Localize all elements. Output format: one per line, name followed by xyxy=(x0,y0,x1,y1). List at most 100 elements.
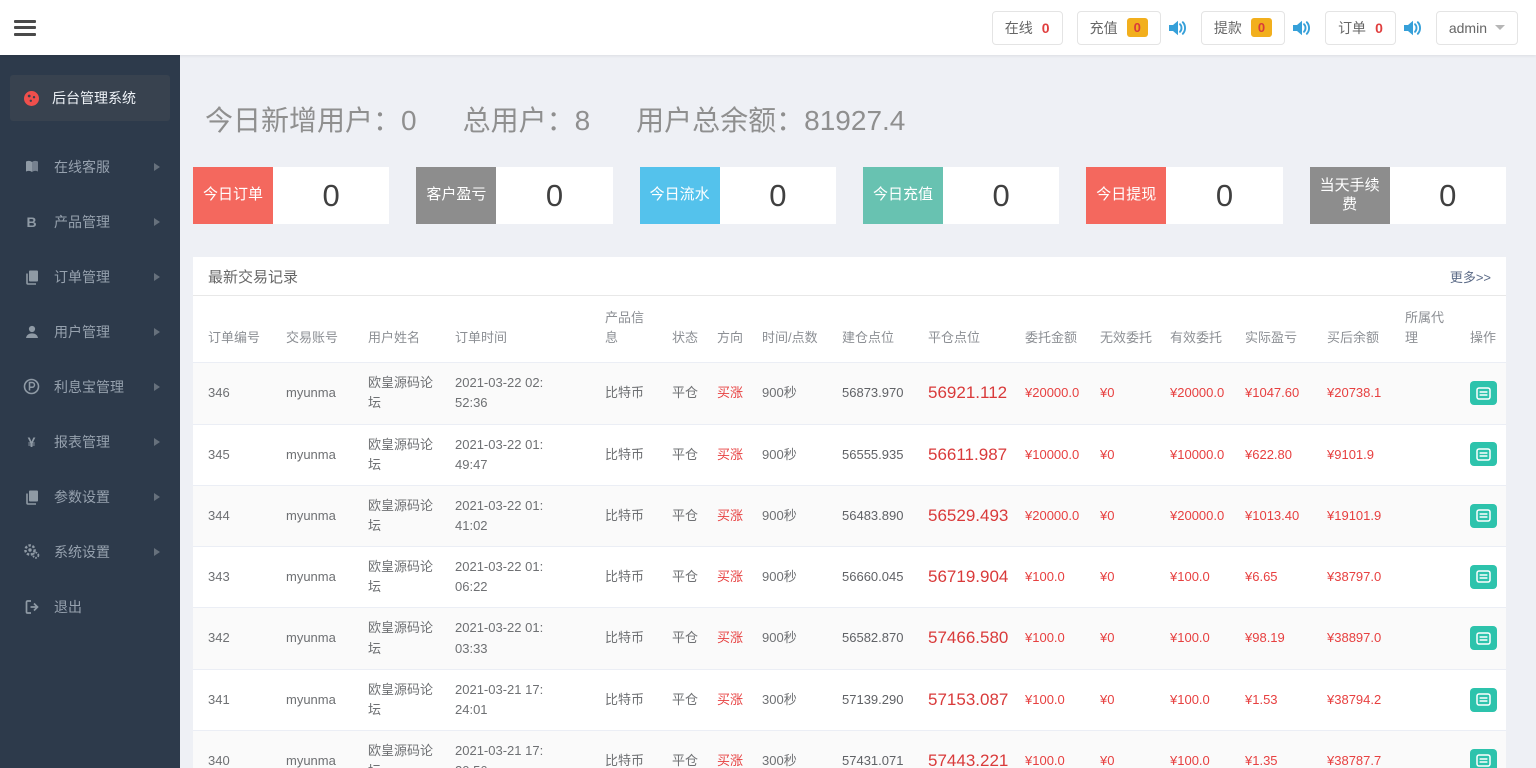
column-header: 订单编号 xyxy=(208,330,261,346)
cell-amount: ¥20000.0 xyxy=(1025,507,1080,523)
admin-name: admin xyxy=(1448,19,1487,36)
column-header: 产品信息 xyxy=(605,310,645,346)
cell-invalid: ¥0 xyxy=(1100,385,1115,401)
sidebar-item-8[interactable]: 系统设置 xyxy=(0,524,180,579)
cell-username: 欧皇源码论坛 xyxy=(368,436,434,472)
bitcoin-icon: B xyxy=(26,213,37,230)
cell-action xyxy=(1462,730,1506,768)
order-time-text: 2021-03-22 01:03:33 xyxy=(455,620,544,656)
stat-card-label: 今日订单 xyxy=(193,167,273,224)
sidebar-item-label: 系统设置 xyxy=(54,543,110,560)
cell-action xyxy=(1462,608,1506,669)
cell-order-id: 344 xyxy=(208,507,230,523)
sidebar-item-7[interactable]: 参数设置 xyxy=(0,469,180,524)
topbar-stats: 在线 0 充值 0 提款 0 订单 0 admin xyxy=(991,10,1518,45)
sidebar-item-4[interactable]: 用户管理 xyxy=(0,304,180,359)
sidebar-item-5[interactable]: 利息宝管理 xyxy=(0,359,180,414)
cell-agent xyxy=(1397,730,1462,768)
cell-status: 平仓 xyxy=(672,446,699,462)
summary-item: 今日新增用户：0 xyxy=(205,105,417,136)
cell-close: 56611.987 xyxy=(928,444,1008,464)
topbar-stat-box[interactable]: 订单 0 xyxy=(1325,10,1396,45)
row-detail-button[interactable] xyxy=(1470,442,1497,467)
orders-icon xyxy=(23,268,40,285)
chevron-right-icon xyxy=(154,437,160,446)
cell-status: 平仓 xyxy=(672,507,699,523)
sidebar-item-2[interactable]: B 产品管理 xyxy=(0,194,180,249)
cell-duration: 900秒 xyxy=(762,630,797,646)
cell-username: 欧皇源码论坛 xyxy=(368,620,434,656)
row-detail-button[interactable] xyxy=(1470,687,1497,712)
order-time-text: 2021-03-21 17:24:01 xyxy=(455,681,544,717)
cell-product: 比特币 xyxy=(605,385,645,401)
stat-card-label: 今日充值 xyxy=(862,167,943,224)
cell-agent xyxy=(1397,424,1462,485)
row-detail-button[interactable] xyxy=(1470,748,1497,768)
chevron-down-icon xyxy=(1495,25,1505,30)
stat-card-value: 0 xyxy=(1166,167,1283,224)
sidebar-brand[interactable]: 后台管理系统 xyxy=(10,75,170,121)
topbar-stat-label: 提款 xyxy=(1213,19,1242,36)
topbar: 在线 0 充值 0 提款 0 订单 0 admin xyxy=(0,0,1536,55)
chevron-right-icon xyxy=(154,327,160,336)
cell-account: myunma xyxy=(286,753,336,768)
more-link[interactable]: 更多>> xyxy=(1450,267,1491,286)
sidebar-item-label: 参数设置 xyxy=(54,488,110,505)
column-header: 订单时间 xyxy=(455,330,508,346)
cell-action xyxy=(1462,547,1506,608)
stat-card: 当天手续费 0 xyxy=(1309,167,1506,224)
topbar-stat-box[interactable]: 充值 0 xyxy=(1076,10,1161,45)
sidebar-item-1[interactable]: 在线客服 xyxy=(0,139,180,194)
cell-open: 56483.890 xyxy=(842,507,904,523)
cell-duration: 300秒 xyxy=(762,691,797,707)
row-detail-button[interactable] xyxy=(1470,503,1497,528)
row-detail-button[interactable] xyxy=(1470,626,1497,651)
trades-table: 订单编号 交易账号 用户姓名 订单时间 产品信息 状态 方向 时间/点数 建仓点位 平仓点位 委托金… xyxy=(193,296,1506,768)
column-header: 所属代理 xyxy=(1405,310,1445,346)
cell-close: 56529.493 xyxy=(928,505,1009,525)
cell-account: myunma xyxy=(286,691,336,707)
cell-agent xyxy=(1397,547,1462,608)
cell-close: 56921.112 xyxy=(928,383,1008,403)
cell-action xyxy=(1462,669,1506,730)
cell-invalid: ¥0 xyxy=(1100,630,1115,646)
sidebar-item-3[interactable]: 订单管理 xyxy=(0,249,180,304)
cell-profit: ¥98.19 xyxy=(1245,630,1285,646)
topbar-stat-box[interactable]: 提款 0 xyxy=(1200,10,1286,45)
column-header: 有效委托 xyxy=(1170,330,1223,346)
cell-amount: ¥10000.0 xyxy=(1025,446,1080,462)
speaker-icon[interactable] xyxy=(1403,20,1422,36)
hamburger-icon[interactable] xyxy=(14,19,36,36)
count-badge: 0 xyxy=(1250,18,1273,37)
row-detail-button[interactable] xyxy=(1470,381,1497,406)
topbar-stat-label: 在线 xyxy=(1004,19,1033,36)
cell-close: 56719.904 xyxy=(928,567,1009,587)
cell-direction: 买涨 xyxy=(717,691,744,707)
stat-card-label: 客户盈亏 xyxy=(416,167,497,224)
cell-duration: 900秒 xyxy=(762,446,797,462)
cell-action xyxy=(1462,363,1506,424)
cell-direction: 买涨 xyxy=(717,385,744,401)
speaker-icon[interactable] xyxy=(1168,20,1187,36)
row-detail-button[interactable] xyxy=(1470,564,1497,589)
cell-product: 比特币 xyxy=(605,507,645,523)
cell-amount: ¥20000.0 xyxy=(1025,385,1080,401)
cell-order-id: 345 xyxy=(208,446,230,462)
admin-dropdown[interactable]: admin xyxy=(1435,10,1518,45)
speaker-icon[interactable] xyxy=(1292,20,1311,36)
stat-value: 0 xyxy=(1375,19,1383,36)
cell-account: myunma xyxy=(286,630,336,646)
cell-status: 平仓 xyxy=(672,630,699,646)
cell-open: 56582.870 xyxy=(842,630,904,646)
sidebar-item-6[interactable]: ¥ 报表管理 xyxy=(0,414,180,469)
cell-close: 57466.580 xyxy=(928,628,1009,648)
cell-balance: ¥38897.0 xyxy=(1327,630,1382,646)
topbar-stat-box[interactable]: 在线 0 xyxy=(991,10,1063,45)
cell-open: 57431.071 xyxy=(842,753,904,768)
cell-action xyxy=(1462,424,1506,485)
cell-valid: ¥10000.0 xyxy=(1170,446,1225,462)
sidebar-item-9[interactable]: 退出 xyxy=(0,579,180,634)
report-icon: ¥ xyxy=(27,433,36,450)
column-header: 平仓点位 xyxy=(928,330,981,346)
cell-amount: ¥100.0 xyxy=(1025,630,1065,646)
